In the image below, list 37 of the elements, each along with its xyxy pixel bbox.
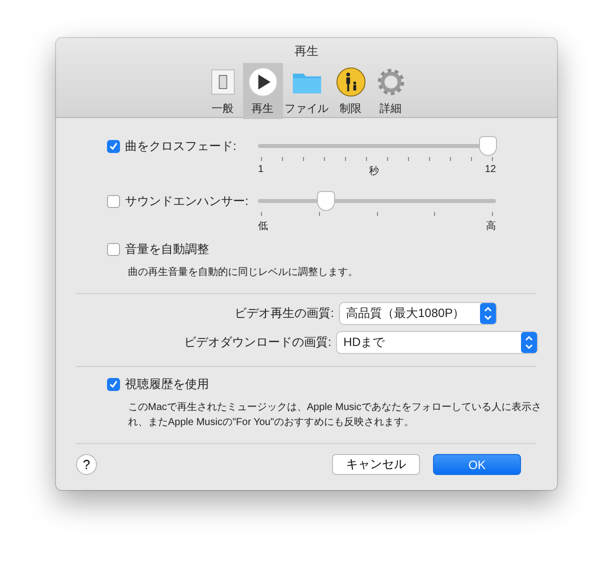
popup-button[interactable]: 高品質（最大1080P） [340, 302, 496, 324]
checkbox[interactable]: サウンドエンハンサー: [107, 192, 258, 210]
scale-label: 秒 [369, 164, 380, 178]
checkbox-box[interactable] [107, 194, 120, 208]
window-title: 再生 [294, 43, 318, 60]
help-button[interactable]: ? [76, 454, 97, 475]
toolbar-tab[interactable]: 一般 [202, 63, 242, 119]
checkbox[interactable]: 視聴履歴を使用 [107, 375, 537, 393]
cancel-button[interactable]: キャンセル [332, 454, 420, 475]
checkbox-box[interactable] [107, 242, 120, 256]
scale-label: 高 [486, 220, 496, 233]
play-icon [248, 67, 278, 97]
popup-label: ビデオ再生の画質: [234, 304, 334, 322]
slider-thumb[interactable] [480, 137, 496, 155]
stepper-arrows-icon [521, 332, 537, 352]
slider-thumb[interactable] [318, 192, 334, 210]
toolbar-tab[interactable]: 再生 [242, 63, 282, 119]
toolbar-tab[interactable]: 詳細 [370, 63, 410, 119]
popup-button[interactable]: HDまで [337, 332, 537, 352]
slider-track[interactable] [258, 137, 496, 156]
description-text: このMacで再生されたミュージックは、Apple Musicであなたをフォローしている人に表示され、またApple Musicの"For You"のおすすめにも反映されます。 [128, 400, 542, 430]
stepper-arrows-icon [480, 302, 496, 324]
slider-track[interactable] [258, 192, 496, 211]
toolbar-tab[interactable]: 制限 [330, 63, 370, 119]
toolbar-tab[interactable]: ファイル [282, 63, 330, 119]
parent-child-icon [336, 67, 366, 97]
scale-label: 12 [484, 164, 496, 177]
checkbox-box[interactable] [107, 140, 120, 152]
checkbox[interactable]: 音量を自動調整 [107, 240, 537, 258]
checkbox[interactable]: 曲をクロスフェード: [107, 137, 258, 155]
scale-label: 1 [258, 164, 264, 177]
ok-button[interactable]: OK [433, 454, 521, 475]
gear-icon [376, 67, 406, 97]
description-text: 曲の再生音量を自動的に同じレベルに調整します。 [128, 266, 359, 280]
scale-label: 低 [258, 220, 268, 233]
checkbox-box[interactable] [107, 378, 120, 390]
popup-label: ビデオダウンロードの画質: [182, 334, 332, 350]
